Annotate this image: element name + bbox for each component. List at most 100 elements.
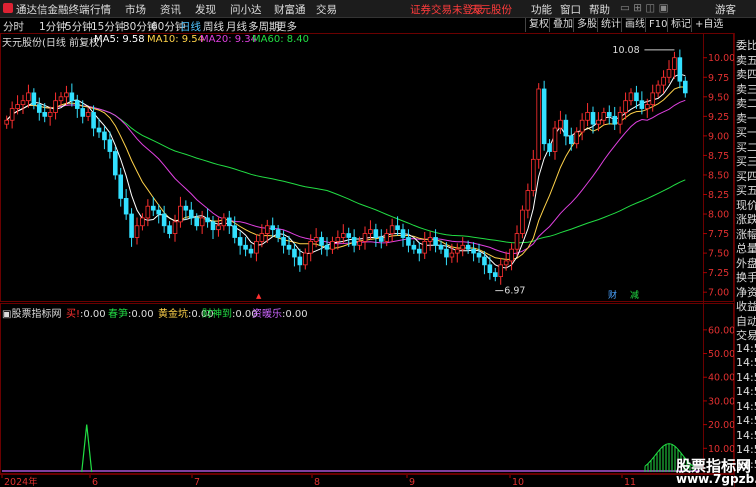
candle-body [411,244,417,250]
sidebar-item: 14:5 [736,341,756,355]
candle-body [574,131,580,145]
price-tick-label: 7.75 [708,229,729,240]
candle-body [346,233,352,238]
event-marker: 减 [630,289,639,301]
price-tick-label: 8.25 [708,190,729,201]
candle-body [634,92,639,102]
sidebar-item: 14:5 [736,385,756,398]
candle-body [107,139,113,152]
candle-body [378,237,384,242]
indicator-tick-label: 20.00 [708,420,734,431]
candle-body [232,225,238,238]
candle-body [140,217,145,227]
candle-body [606,112,612,117]
candle-body [172,221,178,234]
candle-body [552,127,558,152]
candle-body [351,237,357,246]
candle-body [373,229,379,238]
candle-body [47,112,53,117]
candle-body [237,237,243,246]
candle-body [454,248,460,254]
candle-body [682,80,688,94]
candle-body [340,233,346,238]
candle-body [226,217,232,227]
candle-body [58,96,64,102]
candle-body [590,112,596,125]
candle-body [118,174,124,199]
watermark-url: www.7gpzb.com [676,472,756,486]
high-price-label: 10.08 [612,45,639,56]
sidebar-item: 14:5 [736,356,756,369]
price-tick-label: 7.25 [708,268,729,279]
candle-body [210,221,216,231]
candle-body [503,260,509,266]
candle-body [64,92,69,98]
candle-body [644,104,650,109]
candle-body [389,225,395,234]
candle-body [248,248,254,254]
candle-body [427,237,433,242]
xaxis-label: 9 [409,477,415,487]
candle-body [525,190,531,211]
candle-body [362,233,368,242]
candle-body [308,240,314,254]
candle-body [666,69,672,78]
candle-body [547,143,552,152]
ma5-line [6,73,686,269]
candle-body [487,264,493,274]
candle-body [422,240,428,254]
candle-body [476,252,482,258]
candle-body [563,119,569,137]
candle-body [530,158,536,191]
candle-body [444,248,449,258]
candle-body [672,57,677,70]
candle-body [335,237,341,242]
price-tick-label: 8.75 [708,151,729,162]
price-tick-label: 8.00 [708,210,729,221]
candle-body [80,108,86,117]
candle-body [194,217,200,227]
sidebar-item: 14:5 [736,414,756,427]
candle-body [596,119,601,125]
ma10-line [6,86,686,260]
price-tick-label: 9.75 [708,73,729,84]
candle-body [20,100,26,106]
kline-chart[interactable]: 10.08 6.97 财 减 ▲ 60.00 50.00 40.00 30.00 20.00 10… [0,0,734,487]
candle-body [433,237,438,246]
price-tick-label: 9.25 [708,112,729,123]
candle-body [568,135,574,145]
candle-body [145,205,151,219]
price-tick-label: 9.00 [708,131,729,142]
event-marker: 财 [608,289,617,301]
xaxis-label: 8 [314,477,320,487]
candle-body [677,57,683,82]
candle-body [297,256,303,266]
candle-body [161,213,167,227]
candle-body [112,151,118,176]
xaxis-label: 7 [194,477,200,487]
price-tick-label: 10.00 [708,53,734,64]
candle-body [313,237,319,242]
candle-body [31,92,37,106]
candle-body [4,119,10,125]
indicator-spike [81,424,93,473]
candle-body [482,256,487,266]
candle-body [216,225,221,231]
candle-body [661,76,666,86]
candle-body [156,209,162,215]
candle-body [541,88,547,145]
candle-body [319,237,324,246]
candle-body [74,100,80,109]
candle-body [292,248,297,258]
candle-body [330,240,335,250]
xaxis-label: 11 [624,477,636,487]
candle-body [259,233,265,242]
candle-body [460,244,466,250]
candle-body [558,119,563,129]
price-tick-label: 7.00 [708,288,729,299]
candle-body [617,112,623,125]
candle-body [53,100,58,113]
candle-body [492,272,498,277]
candle-body [286,244,292,250]
candle-body [199,217,205,227]
